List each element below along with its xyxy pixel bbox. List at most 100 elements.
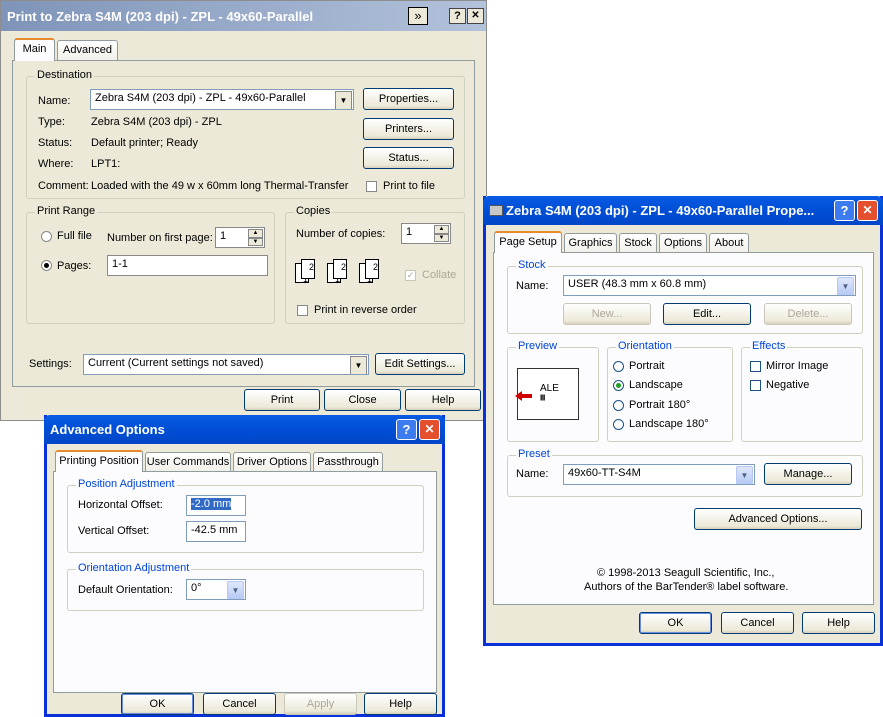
edit-settings-button[interactable]: Edit Settings... bbox=[375, 353, 465, 375]
help-button[interactable]: ? bbox=[449, 8, 466, 24]
comment-label: Comment: bbox=[38, 180, 89, 192]
spinner-arrows[interactable]: ▲ ▼ bbox=[248, 229, 263, 246]
properties-titlebar[interactable]: Zebra S4M (203 dpi) - ZPL - 49x60-Parall… bbox=[483, 196, 883, 225]
mirror-image-checkbox[interactable] bbox=[750, 361, 761, 372]
where-label: Where: bbox=[38, 158, 74, 170]
print-to-file-checkbox[interactable] bbox=[366, 181, 377, 192]
page-digit: 2 bbox=[372, 262, 378, 272]
default-orientation-value: 0° bbox=[191, 582, 202, 594]
stock-name-label: Name: bbox=[516, 280, 549, 292]
copies-value: 1 bbox=[406, 226, 413, 238]
tab-user-commands[interactable]: User Commands bbox=[145, 452, 231, 472]
copies-spinner[interactable]: 1 ▲ ▼ bbox=[401, 223, 451, 244]
tab-driver-options[interactable]: Driver Options bbox=[233, 452, 311, 472]
arrow-left-icon bbox=[515, 391, 522, 401]
tab-about[interactable]: About bbox=[709, 233, 749, 253]
page-digit: 2 bbox=[340, 262, 346, 272]
chevron-down-icon[interactable]: ▼ bbox=[335, 91, 352, 109]
apply-button[interactable]: Apply bbox=[284, 693, 357, 715]
delete-stock-button[interactable]: Delete... bbox=[764, 303, 852, 325]
print-button[interactable]: Print bbox=[244, 389, 320, 411]
help-dialog-button[interactable]: Help bbox=[405, 389, 481, 411]
close-button[interactable]: ✕ bbox=[467, 8, 484, 24]
copyright-line-1: © 1998-2013 Seagull Scientific, Inc., bbox=[597, 567, 775, 579]
chevron-down-icon[interactable]: ▼ bbox=[736, 466, 753, 484]
tab-passthrough[interactable]: Passthrough bbox=[313, 452, 383, 472]
chevron-down-icon[interactable]: ▼ bbox=[837, 277, 854, 295]
printers-button[interactable]: Printers... bbox=[363, 118, 454, 140]
reverse-order-checkbox[interactable] bbox=[297, 305, 308, 316]
effects-group-title: Effects bbox=[750, 340, 788, 352]
tab-page-setup-label: Page Setup bbox=[499, 236, 557, 248]
collate-label: Collate bbox=[422, 269, 457, 281]
tab-stock[interactable]: Stock bbox=[619, 233, 657, 253]
pages-label: Pages: bbox=[57, 260, 92, 272]
status-value: Default printer; Ready bbox=[91, 137, 198, 149]
cancel-button[interactable]: Cancel bbox=[721, 612, 794, 634]
help-dialog-button[interactable]: Help bbox=[802, 612, 875, 634]
pages-input[interactable]: 1-1 bbox=[107, 255, 268, 276]
where-value: LPT1: bbox=[91, 158, 121, 170]
tab-passthrough-label: Passthrough bbox=[317, 456, 379, 468]
tab-printing-position[interactable]: Printing Position bbox=[55, 450, 143, 472]
advanced-options-button[interactable]: Advanced Options... bbox=[694, 508, 862, 530]
page-icon: 2 bbox=[301, 259, 315, 279]
chevron-down-icon[interactable]: ▼ bbox=[227, 581, 244, 599]
horizontal-offset-label: Horizontal Offset: bbox=[78, 499, 163, 511]
ok-button[interactable]: OK bbox=[121, 693, 194, 715]
new-stock-button[interactable]: New... bbox=[563, 303, 651, 325]
cancel-button[interactable]: Cancel bbox=[203, 693, 276, 715]
copies-spinner-arrows[interactable]: ▲ ▼ bbox=[434, 225, 449, 242]
double-chevron-icon[interactable]: » bbox=[408, 7, 428, 25]
tab-about-label: About bbox=[714, 237, 744, 249]
status-button[interactable]: Status... bbox=[363, 147, 454, 169]
tab-page-setup[interactable]: Page Setup bbox=[494, 231, 562, 253]
close-button[interactable]: ✕ bbox=[857, 200, 878, 221]
portrait-180-radio[interactable] bbox=[613, 400, 624, 411]
printer-name-combo[interactable]: Zebra S4M (203 dpi) - ZPL - 49x60-Parall… bbox=[90, 89, 354, 110]
close-button[interactable]: ✕ bbox=[419, 419, 440, 440]
preset-group-title: Preset bbox=[516, 448, 552, 460]
vertical-offset-value: -42.5 mm bbox=[191, 524, 238, 536]
help-dialog-button[interactable]: Help bbox=[364, 693, 437, 715]
manage-preset-button[interactable]: Manage... bbox=[764, 463, 852, 485]
stock-name-combo[interactable]: USER (48.3 mm x 60.8 mm) ▼ bbox=[563, 275, 856, 296]
settings-label: Settings: bbox=[29, 358, 72, 370]
edit-stock-button[interactable]: Edit... bbox=[663, 303, 751, 325]
help-button[interactable]: ? bbox=[834, 200, 855, 221]
tab-options-label: Options bbox=[664, 237, 702, 249]
settings-combo[interactable]: Current (Current settings not saved) ▼ bbox=[83, 354, 369, 375]
comment-value: Loaded with the 49 w x 60mm long Thermal… bbox=[91, 180, 349, 192]
portrait-radio[interactable] bbox=[613, 361, 624, 372]
help-button[interactable]: ? bbox=[396, 419, 417, 440]
advanced-titlebar[interactable]: Advanced Options ? ✕ bbox=[44, 415, 445, 444]
collate-pages-icon: 1 2 1 2 1 2 bbox=[295, 259, 395, 285]
tab-main[interactable]: Main bbox=[14, 38, 55, 61]
close-dialog-button[interactable]: Close bbox=[324, 389, 401, 411]
label-preview: ALE |||||||| bbox=[515, 368, 579, 420]
tab-graphics[interactable]: Graphics bbox=[564, 233, 617, 253]
printer-icon bbox=[489, 205, 503, 216]
properties-button[interactable]: Properties... bbox=[363, 88, 454, 110]
landscape-180-radio[interactable] bbox=[613, 419, 624, 430]
print-dialog-titlebar[interactable]: Print to Zebra S4M (203 dpi) - ZPL - 49x… bbox=[1, 1, 486, 31]
chevron-down-icon[interactable]: ▼ bbox=[350, 356, 367, 374]
horizontal-offset-input[interactable]: -2.0 mm bbox=[186, 495, 246, 516]
ok-button[interactable]: OK bbox=[639, 612, 712, 634]
default-orientation-combo[interactable]: 0° ▼ bbox=[186, 579, 246, 600]
tab-advanced[interactable]: Advanced bbox=[57, 40, 118, 61]
preset-name-combo[interactable]: 49x60-TT-S4M ▼ bbox=[563, 464, 755, 485]
advanced-title: Advanced Options bbox=[50, 422, 165, 437]
landscape-radio[interactable] bbox=[613, 380, 624, 391]
vertical-offset-input[interactable]: -42.5 mm bbox=[186, 521, 246, 542]
tab-printing-position-label: Printing Position bbox=[59, 455, 139, 467]
tab-options[interactable]: Options bbox=[659, 233, 707, 253]
pages-radio[interactable] bbox=[41, 260, 52, 271]
negative-checkbox[interactable] bbox=[750, 380, 761, 391]
page-icon: 2 bbox=[365, 259, 379, 279]
collate-checkbox[interactable]: ✓ bbox=[405, 270, 416, 281]
preview-barcode: |||||||| bbox=[540, 395, 546, 401]
full-file-radio[interactable] bbox=[41, 231, 52, 242]
stock-group-title: Stock bbox=[516, 259, 548, 271]
number-first-page-spinner[interactable]: 1 ▲ ▼ bbox=[215, 227, 265, 248]
